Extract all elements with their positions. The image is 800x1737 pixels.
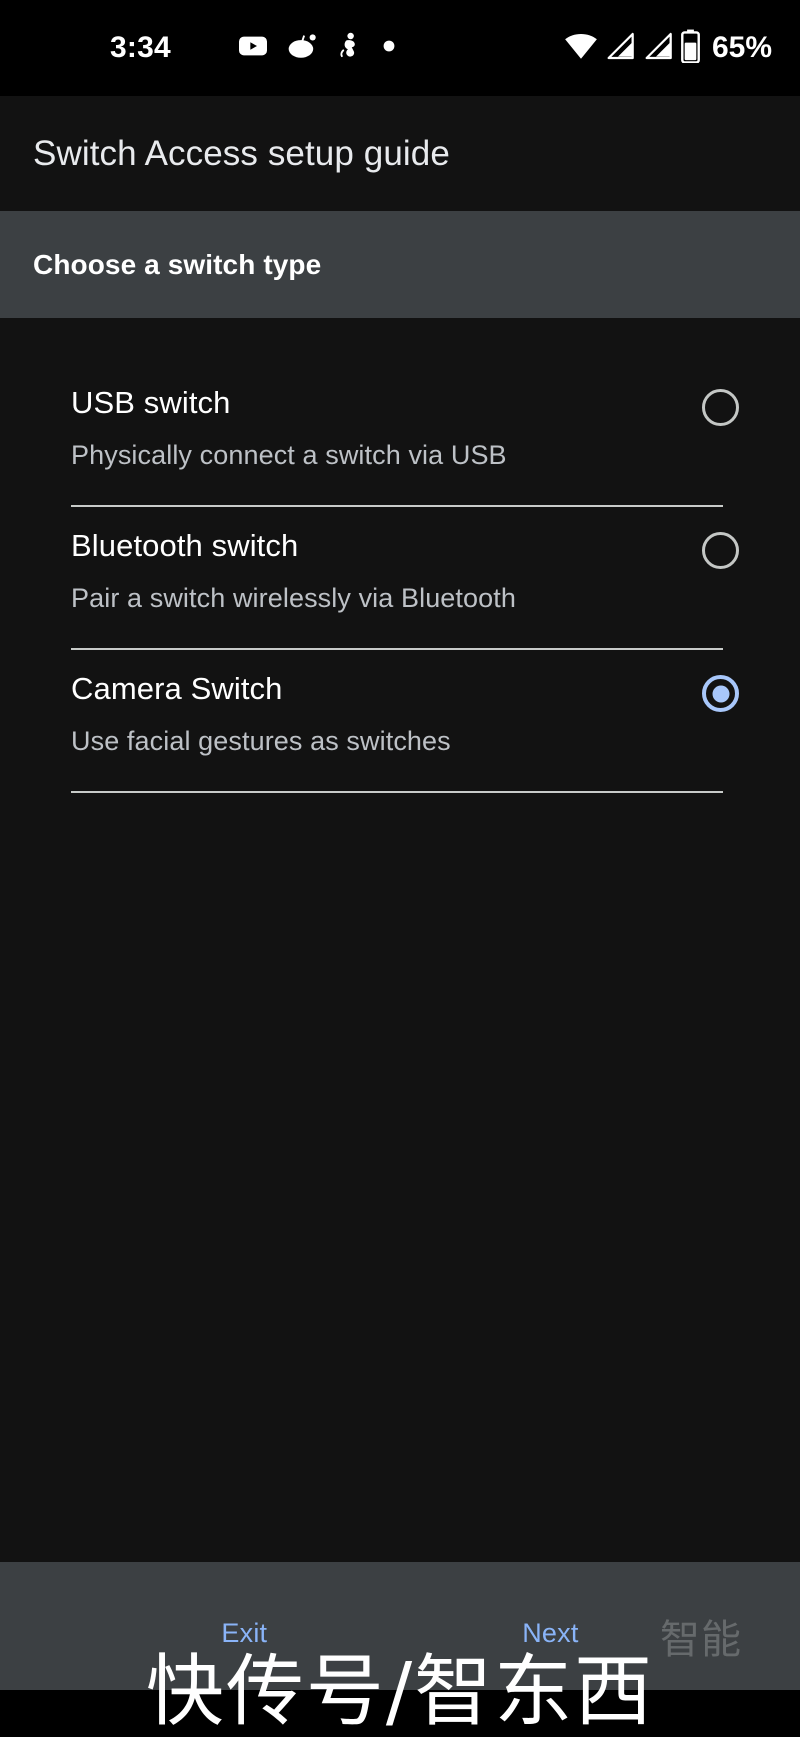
option-title: USB switch xyxy=(71,385,231,420)
option-description: Use facial gestures as switches xyxy=(71,726,451,756)
bottom-navigation-bar: Exit Next xyxy=(0,1562,800,1690)
option-description: Physically connect a switch via USB xyxy=(71,440,507,470)
option-description: Pair a switch wirelessly via Bluetooth xyxy=(71,583,516,613)
option-content: USB switch Physically connect a switch v… xyxy=(71,364,744,473)
next-button[interactable]: Next xyxy=(522,1618,578,1649)
option-bluetooth-switch[interactable]: Bluetooth switch Pair a switch wirelessl… xyxy=(71,507,744,650)
option-title: Camera Switch xyxy=(71,671,283,706)
option-text-group: Camera Switch Use facial gestures as swi… xyxy=(71,669,702,759)
option-text-group: USB switch Physically connect a switch v… xyxy=(71,383,702,473)
option-content: Camera Switch Use facial gestures as swi… xyxy=(71,650,744,759)
app-notification-icon xyxy=(335,30,365,67)
radio-button-camera-switch[interactable] xyxy=(702,675,739,712)
youtube-icon xyxy=(237,30,269,67)
switch-type-option-list: USB switch Physically connect a switch v… xyxy=(0,318,800,1562)
option-text-group: Bluetooth switch Pair a switch wirelessl… xyxy=(71,526,702,616)
radio-button-usb-switch[interactable] xyxy=(702,389,739,426)
wifi-icon xyxy=(564,29,598,68)
option-content: Bluetooth switch Pair a switch wirelessl… xyxy=(71,507,744,616)
status-bar: 3:34 65% xyxy=(0,0,800,96)
option-divider xyxy=(71,791,723,793)
status-bar-right: 65% xyxy=(564,29,772,68)
reddit-icon xyxy=(286,30,318,67)
status-bar-left: 3:34 xyxy=(0,30,396,67)
section-heading: Choose a switch type xyxy=(33,248,322,280)
battery-icon xyxy=(680,29,701,68)
option-title: Bluetooth switch xyxy=(71,528,299,563)
cellular-signal-1-icon xyxy=(604,30,636,67)
section-header-band: Choose a switch type xyxy=(0,211,800,318)
battery-percent-label: 65% xyxy=(711,31,772,64)
cellular-signal-2-icon xyxy=(642,30,674,67)
option-usb-switch[interactable]: USB switch Physically connect a switch v… xyxy=(71,364,744,507)
phone-screen: 3:34 65% Switch Access setup guide Choos… xyxy=(0,0,800,1733)
telegram-icon xyxy=(188,30,220,67)
radio-button-bluetooth-switch[interactable] xyxy=(702,532,739,569)
exit-button[interactable]: Exit xyxy=(221,1618,267,1649)
dot-notification-icon xyxy=(382,39,396,58)
system-gesture-bar xyxy=(0,1690,800,1733)
option-camera-switch[interactable]: Camera Switch Use facial gestures as swi… xyxy=(71,650,744,793)
status-clock: 3:34 xyxy=(110,31,171,64)
app-title-bar: Switch Access setup guide xyxy=(0,96,800,211)
page-title: Switch Access setup guide xyxy=(33,133,450,173)
